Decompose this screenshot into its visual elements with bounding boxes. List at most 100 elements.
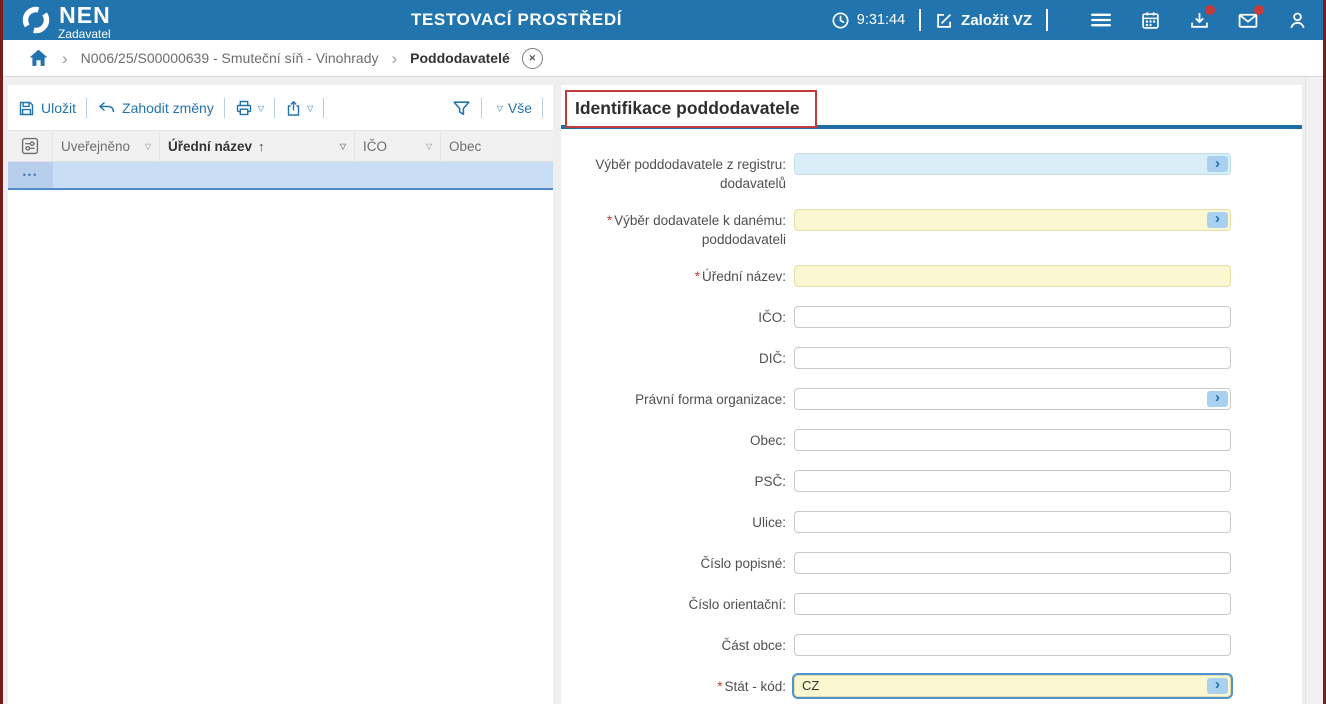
calendar-icon — [1141, 11, 1160, 30]
chevron-right-icon: › — [1215, 677, 1220, 692]
picker-open-button[interactable]: › — [1207, 391, 1228, 407]
chevron-right-icon: › — [1215, 211, 1220, 226]
breadcrumb-separator-icon: › — [62, 50, 68, 67]
form-row: PSČ: — [561, 470, 1302, 492]
form-row: Ulice: — [561, 511, 1302, 533]
field-label: PSČ: — [754, 474, 786, 489]
cislo-orientacni-field[interactable] — [794, 593, 1231, 615]
form-row: Číslo popisné: — [561, 552, 1302, 574]
subcontractors-list-panel: Uložit Zahodit změny — [8, 85, 553, 704]
ico-field[interactable] — [794, 306, 1231, 328]
save-button[interactable]: Uložit — [18, 100, 76, 117]
breadcrumb-item-current[interactable]: Poddodavatelé — [410, 50, 510, 66]
form-row: IČO: — [561, 306, 1302, 328]
calendar-button[interactable] — [1140, 10, 1160, 30]
filter-caret-icon[interactable]: ▽ — [340, 142, 346, 151]
app-window: NEN Zadavatel TESTOVACÍ PROSTŘEDÍ 9:31:4… — [0, 0, 1326, 704]
filter-button[interactable] — [452, 100, 471, 117]
vyber-dodavatele-field[interactable] — [794, 209, 1231, 231]
print-button[interactable] — [235, 99, 253, 117]
required-marker: * — [695, 269, 700, 284]
field-label: Stát - kód: — [724, 679, 786, 694]
field-label: Část obce: — [721, 638, 786, 653]
separator — [481, 98, 482, 118]
nen-logo[interactable]: NEN Zadavatel — [21, 1, 111, 40]
messages-button[interactable] — [1238, 10, 1258, 30]
export-button[interactable] — [285, 100, 302, 117]
field-label: Úřední název: — [702, 269, 786, 284]
field-label: Číslo popisné: — [700, 556, 786, 571]
form-row: Část obce: — [561, 634, 1302, 656]
cislo-popisne-field[interactable] — [794, 552, 1231, 574]
export-icon — [285, 100, 302, 117]
filter-caret-icon[interactable]: ▽ — [145, 142, 151, 151]
messages-notification-badge — [1254, 5, 1264, 15]
subcontractor-form: Výběr poddodavatele z registru: dodavate… — [561, 129, 1302, 697]
home-button[interactable] — [28, 48, 49, 68]
vyber-poddodavatele-z-registru-field[interactable] — [794, 153, 1231, 175]
pravni-forma-field[interactable] — [794, 388, 1231, 410]
downloads-button[interactable] — [1189, 10, 1209, 30]
logo-title: NEN — [59, 4, 111, 27]
ulice-field[interactable] — [794, 511, 1231, 533]
field-label: Ulice: — [752, 515, 786, 530]
form-row: *Výběr dodavatele k danému: poddodavatel… — [561, 209, 1302, 250]
discard-changes-button[interactable]: Zahodit změny — [97, 100, 214, 116]
view-dropdown-caret[interactable]: ▽ — [497, 104, 503, 113]
session-time: 9:31:44 — [857, 12, 905, 28]
filter-caret-icon[interactable]: ▽ — [426, 142, 432, 151]
home-icon — [28, 48, 49, 68]
top-bar: NEN Zadavatel TESTOVACÍ PROSTŘEDÍ 9:31:4… — [3, 0, 1323, 40]
view-all-label[interactable]: Vše — [508, 100, 532, 116]
obec-field[interactable] — [794, 429, 1231, 451]
field-label: Výběr poddodavatele z registru: dodavate… — [595, 157, 786, 191]
table-header: Uveřejněno ▽ Úřední název ↑ ▽ IČO ▽ Obec — [8, 130, 553, 162]
breadcrumb-item-procurement[interactable]: N006/25/S00000639 - Smuteční síň - Vinoh… — [81, 50, 379, 66]
cast-obce-field[interactable] — [794, 634, 1231, 656]
form-header: Identifikace poddodavatele — [561, 85, 1302, 129]
close-tab-button[interactable]: ✕ — [522, 48, 543, 69]
discard-button-label: Zahodit změny — [122, 100, 214, 116]
filter-funnel-icon — [452, 100, 471, 117]
field-label: DIČ: — [759, 351, 786, 366]
session-clock: 9:31:44 — [831, 11, 905, 30]
close-icon: ✕ — [528, 54, 536, 63]
separator — [86, 98, 87, 118]
sort-ascending-icon: ↑ — [258, 139, 265, 154]
content-area: Uložit Zahodit změny — [3, 77, 1323, 704]
export-dropdown-caret[interactable]: ▽ — [307, 104, 313, 113]
stat-kod-field[interactable] — [794, 675, 1231, 697]
column-header-uredni-nazev[interactable]: Úřední název ↑ ▽ — [160, 131, 355, 161]
dic-field[interactable] — [794, 347, 1231, 369]
psc-field[interactable] — [794, 470, 1231, 492]
column-header-ico[interactable]: IČO ▽ — [355, 131, 441, 161]
menu-button[interactable] — [1091, 10, 1111, 30]
picker-open-button[interactable]: › — [1207, 156, 1228, 172]
create-vz-label: Založit VZ — [961, 12, 1032, 29]
row-menu-button[interactable]: ••• — [8, 162, 53, 188]
table-row[interactable]: ••• — [8, 162, 553, 190]
form-title-annotation-box: Identifikace poddodavatele — [565, 90, 817, 128]
column-settings-icon — [21, 137, 39, 155]
form-row: Výběr poddodavatele z registru: dodavate… — [561, 153, 1302, 194]
separator — [323, 98, 324, 118]
print-dropdown-caret[interactable]: ▽ — [258, 104, 264, 113]
create-vz-button[interactable]: Založit VZ — [935, 11, 1032, 30]
required-marker: * — [717, 679, 722, 694]
breadcrumb-separator-icon: › — [392, 50, 398, 67]
top-bar-actions: 9:31:44 Založit VZ — [831, 0, 1307, 40]
picker-open-button[interactable]: › — [1207, 212, 1228, 228]
column-header-uverejneno[interactable]: Uveřejněno ▽ — [53, 131, 160, 161]
chevron-right-icon: › — [1215, 390, 1220, 405]
user-icon — [1288, 11, 1307, 30]
user-profile-button[interactable] — [1287, 10, 1307, 30]
column-header-obec[interactable]: Obec — [441, 131, 553, 161]
save-button-label: Uložit — [41, 100, 76, 116]
uredni-nazev-field[interactable] — [794, 265, 1231, 287]
downloads-notification-badge — [1205, 5, 1215, 15]
field-label: Výběr dodavatele k danému: poddodavateli — [614, 213, 786, 247]
form-row: Číslo orientační: — [561, 593, 1302, 615]
vertical-scrollbar[interactable] — [1305, 77, 1323, 704]
picker-open-button[interactable]: › — [1207, 678, 1228, 694]
column-settings-button[interactable] — [8, 131, 53, 161]
